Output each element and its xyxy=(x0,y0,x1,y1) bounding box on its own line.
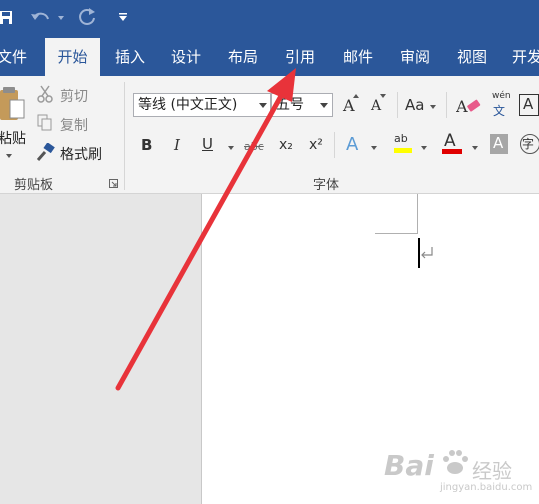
annotation-arrow xyxy=(115,68,296,391)
